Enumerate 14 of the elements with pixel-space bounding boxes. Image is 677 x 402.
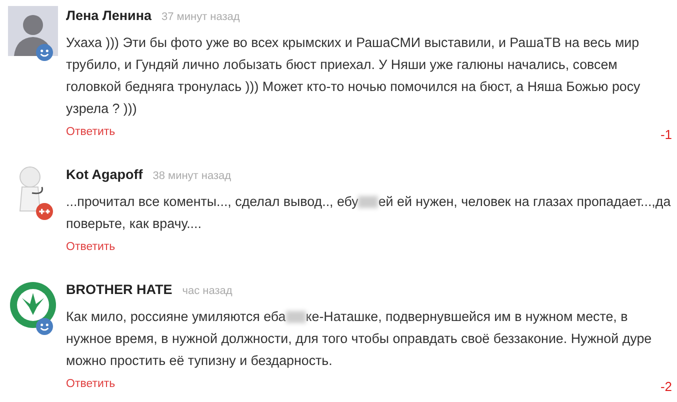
comment-time: 37 минут назад xyxy=(162,11,240,23)
author-name: BROTHER HATE xyxy=(66,282,172,297)
reply-link[interactable]: Ответить xyxy=(66,126,116,138)
reply-link[interactable]: Ответить xyxy=(66,378,116,390)
comment-text: Ухаха ))) Эти бы фото уже во всех крымских и РашаСМИ выставили, и РашаТВ на весь мир трубило, и Гундяй лично лобызать бюст приехал. У Няши уже галюны начались, совсем головкой бедняга тронулась ))) Может кто-то ночью помочился на бюст, а Няша Божью росу узрела ? ))) xyxy=(66,34,642,118)
reply-link[interactable]: Ответить xyxy=(66,241,116,253)
author-name: Kot Agapoff xyxy=(66,167,143,182)
comment-score: -2 xyxy=(660,379,672,394)
comment-text: ...прочитал все коменты..., сделал вывод.., ебу ей ей нужен, человек на глазах пропадает...,да поверьте, как врачу.... xyxy=(66,193,672,233)
comment-time: 38 минут назад xyxy=(152,170,232,182)
author-name: Лена Ленина xyxy=(66,8,152,23)
comment-text: Как мило, россияне умиляются еба ке-Наташке, подвернувшейся им в нужном месте, в нужное время, в нужной должности, для того чтобы оправдать своё беззаконие. Нужной дуре можно простить её тупизну и бездарность. xyxy=(66,308,653,370)
comment-time: час назад xyxy=(182,285,232,297)
comment-score: -1 xyxy=(660,127,672,142)
